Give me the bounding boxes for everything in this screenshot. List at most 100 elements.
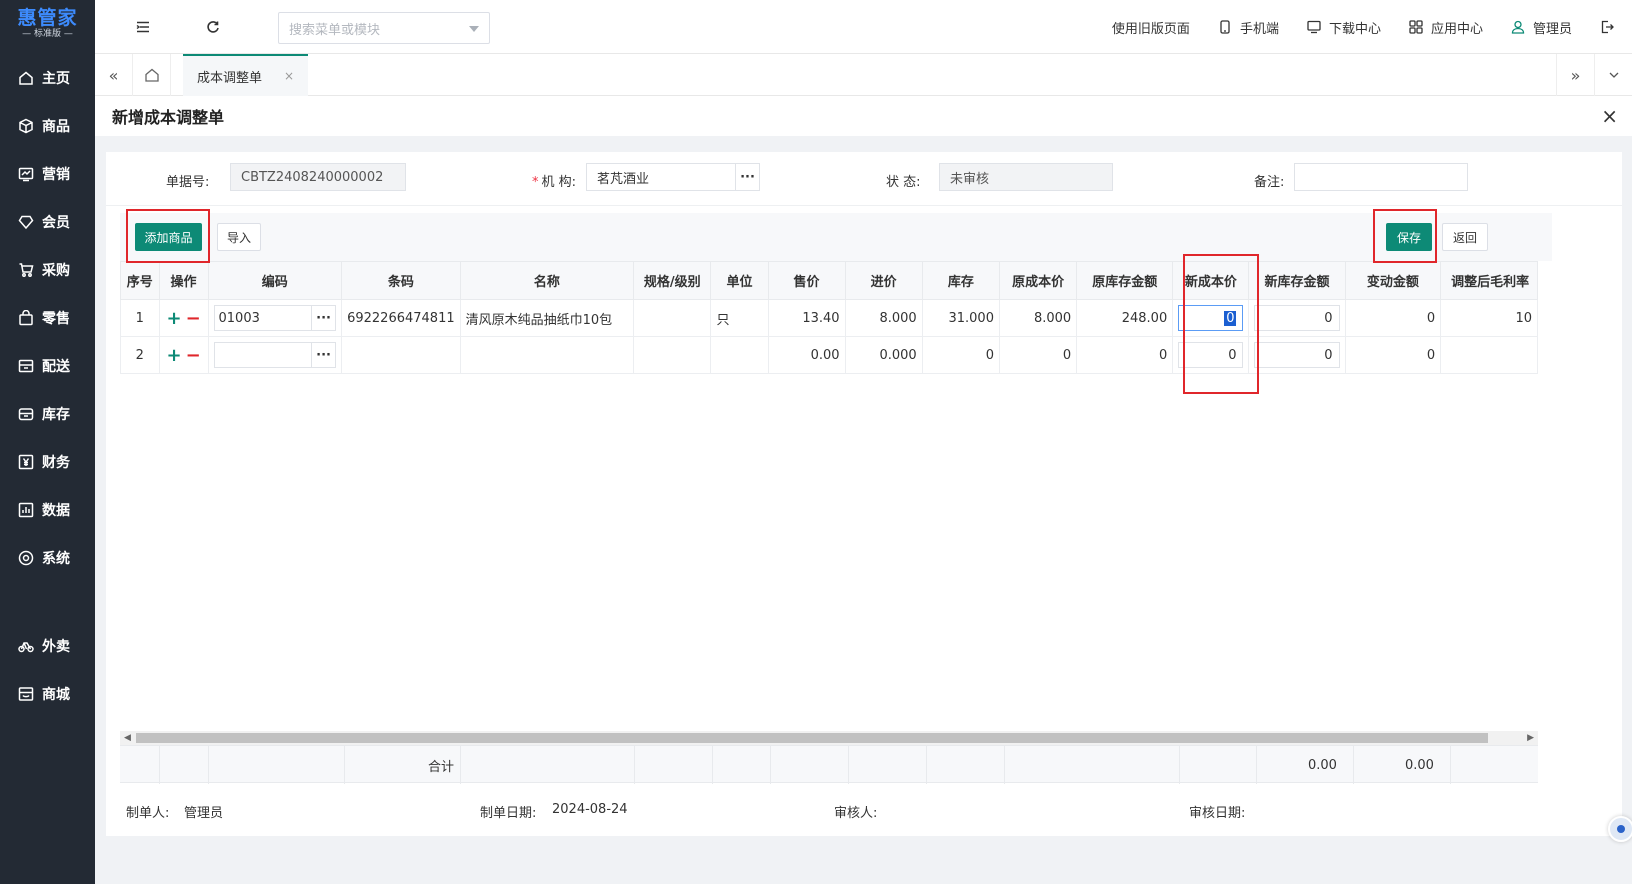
menu-toggle-icon[interactable] xyxy=(131,15,155,39)
delete-row-icon[interactable]: − xyxy=(186,345,201,366)
download-link[interactable]: 下载中心 xyxy=(1307,18,1381,37)
code-value: 01003 xyxy=(218,310,260,326)
date-value: 2024-08-24 xyxy=(552,802,628,817)
sidebar-item-label: 商城 xyxy=(42,687,70,703)
add-row-icon[interactable]: + xyxy=(166,308,181,329)
remark-label: 备注: xyxy=(1254,175,1285,190)
logout-button[interactable] xyxy=(1600,20,1622,34)
more-icon[interactable]: ··· xyxy=(311,306,335,330)
import-button[interactable]: 导入 xyxy=(217,223,261,251)
sidebar-item-purchase[interactable]: 采购 xyxy=(0,246,95,294)
sidebar-item-label: 营销 xyxy=(42,167,70,183)
status-label: 状 态: xyxy=(886,175,921,190)
summary-new-amount: 0.00 xyxy=(1308,757,1337,773)
more-icon[interactable]: ··· xyxy=(735,164,759,190)
shop-icon xyxy=(18,686,34,702)
sidebar-item-home[interactable]: 主页 xyxy=(0,54,95,102)
logout-icon xyxy=(1600,20,1614,34)
cart-icon xyxy=(18,262,34,278)
sidebar-item-delivery[interactable]: 配送 xyxy=(0,342,95,390)
tab-scroll-left-icon[interactable]: « xyxy=(95,54,133,96)
old-page-link[interactable]: 使用旧版页面 xyxy=(1112,18,1190,37)
col-change-amount: 变动金额 xyxy=(1344,261,1442,300)
date-label: 制单日期: xyxy=(480,806,537,821)
row-name xyxy=(459,336,635,374)
more-icon[interactable]: ··· xyxy=(311,343,335,367)
floating-assistant-icon[interactable] xyxy=(1608,816,1632,842)
sidebar-item-mall[interactable]: 商城 xyxy=(0,670,95,718)
tab-close-icon[interactable]: × xyxy=(284,69,294,83)
col-cost-in: 进价 xyxy=(844,261,923,300)
row-change-amount: 0 xyxy=(1344,299,1442,337)
row-new-amount-cell: 0 xyxy=(1248,336,1346,374)
sidebar-item-takeout[interactable]: 外卖 xyxy=(0,622,95,670)
sidebar-item-goods[interactable]: 商品 xyxy=(0,102,95,150)
truck-icon xyxy=(18,358,34,374)
scrollbar-thumb[interactable] xyxy=(136,733,1488,743)
tab-dropdown-icon[interactable] xyxy=(1594,54,1632,96)
sidebar-item-marketing[interactable]: 营销 xyxy=(0,150,95,198)
scroll-right-arrow-icon[interactable]: ▶ xyxy=(1527,733,1534,743)
sidebar-item-label: 系统 xyxy=(42,551,70,567)
sidebar-nav: 主页 商品 营销 会员 采购 零售 配送 库存 财务 数据 系统 外卖 商城 xyxy=(0,54,95,718)
brand-name: 惠管家 xyxy=(17,7,78,29)
sidebar-item-member[interactable]: 会员 xyxy=(0,198,95,246)
apps-grid-icon xyxy=(1409,20,1423,34)
menu-search-select[interactable]: 搜索菜单或模块 xyxy=(278,12,490,44)
grid-horizontal-scrollbar[interactable]: ◀ ▶ xyxy=(120,731,1538,745)
goods-grid: 序号 操作 编码 条码 名称 规格/级别 单位 售价 进价 库存 原成本价 原库… xyxy=(120,261,1538,731)
remark-input[interactable] xyxy=(1294,163,1468,191)
bag-icon xyxy=(18,310,34,326)
scroll-left-arrow-icon[interactable]: ◀ xyxy=(124,733,131,743)
tab-scroll-right-icon[interactable]: » xyxy=(1556,54,1594,96)
page-close-icon[interactable]: × xyxy=(1601,104,1618,128)
sum-divider xyxy=(1004,746,1005,784)
row-code-cell: 01003 ··· xyxy=(207,299,343,337)
sidebar-item-inventory[interactable]: 库存 xyxy=(0,390,95,438)
row-seq: 2 xyxy=(120,336,160,374)
sum-divider xyxy=(1179,746,1180,784)
sidebar-item-label: 采购 xyxy=(42,263,70,279)
col-orig-cost: 原成本价 xyxy=(998,261,1078,300)
chart-icon xyxy=(18,166,34,182)
user-icon xyxy=(1511,20,1525,34)
sidebar-item-retail[interactable]: 零售 xyxy=(0,294,95,342)
page: 新增成本调整单 × 单据号: CBTZ2408240000002 * 机 构: 茗… xyxy=(95,96,1632,884)
row-change-amount: 0 xyxy=(1344,336,1442,374)
old-page-label: 使用旧版页面 xyxy=(1111,21,1190,37)
download-label: 下载中心 xyxy=(1328,21,1381,37)
box-icon xyxy=(18,118,34,134)
sum-divider xyxy=(1353,746,1354,784)
row-actions: + − xyxy=(158,299,209,337)
back-button[interactable]: 返回 xyxy=(1442,223,1488,251)
table-row: 1 + − 01003 ··· 6922266474811 清风原木纯品抽纸巾10包… xyxy=(120,299,1538,337)
tab-cost-adjustment[interactable]: 成本调整单 × xyxy=(183,54,309,96)
bike-icon xyxy=(18,638,34,654)
goods-table: 序号 操作 编码 条码 名称 规格/级别 单位 售价 进价 库存 原成本价 原库… xyxy=(120,261,1538,374)
sidebar-item-label: 会员 xyxy=(42,215,70,231)
apps-link[interactable]: 应用中心 xyxy=(1409,18,1483,37)
sidebar-item-data[interactable]: 数据 xyxy=(0,486,95,534)
row-orig-cost: 0 xyxy=(998,336,1078,374)
mobile-link[interactable]: 手机端 xyxy=(1218,18,1279,37)
delete-row-icon[interactable]: − xyxy=(186,308,201,329)
row-spec xyxy=(633,299,712,337)
home-tab-icon[interactable] xyxy=(133,54,171,96)
code-input[interactable]: 01003 ··· xyxy=(213,305,337,331)
new-amount-input[interactable]: 0 xyxy=(1254,305,1340,331)
org-field[interactable]: 茗芃酒业 ··· xyxy=(586,163,760,191)
sum-divider xyxy=(344,746,345,784)
sidebar-item-system[interactable]: 系统 xyxy=(0,534,95,582)
row-orig-cost: 8.000 xyxy=(998,299,1078,337)
user-menu[interactable]: 管理员 xyxy=(1511,18,1572,37)
refresh-icon[interactable] xyxy=(201,15,225,39)
sidebar-item-finance[interactable]: 财务 xyxy=(0,438,95,486)
sidebar-item-label: 商品 xyxy=(42,119,70,135)
row-price: 0.00 xyxy=(767,336,846,374)
new-amount-input[interactable]: 0 xyxy=(1254,342,1340,368)
row-orig-amount: 248.00 xyxy=(1076,299,1174,337)
add-row-icon[interactable]: + xyxy=(166,345,181,366)
storage-icon xyxy=(18,406,34,422)
code-input[interactable]: ··· xyxy=(213,342,337,368)
app-logo[interactable]: 惠管家 — 标准版 — xyxy=(0,0,95,48)
